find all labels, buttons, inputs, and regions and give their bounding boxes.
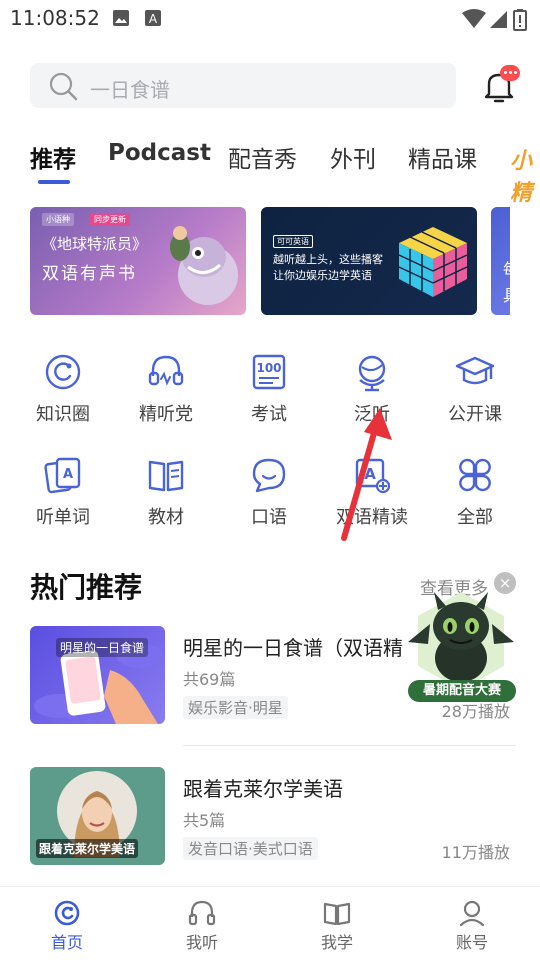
graduation-cap-icon: [455, 356, 495, 385]
status-bar: 11:08:52 A: [0, 0, 540, 38]
banner-tag: 可可英语: [273, 235, 313, 248]
grid-label: 口语: [251, 507, 287, 528]
banner-tag: 小语种: [42, 213, 74, 226]
search-placeholder: 一日食谱: [90, 78, 170, 102]
nav-home[interactable]: 首页: [27, 899, 107, 953]
grid-all[interactable]: 全部: [425, 455, 525, 529]
banner-title: 《地球特派员》: [42, 235, 148, 253]
globe-icon: [358, 355, 386, 392]
rubiks-cube-illustration: [398, 227, 468, 297]
nav-label: 我学: [320, 933, 353, 952]
grid-intensive-listening[interactable]: 精听党: [116, 352, 216, 426]
battery-icon: [513, 9, 527, 31]
tab-premium-courses[interactable]: 精品课: [408, 140, 477, 174]
grid-label: 知识圈: [36, 404, 90, 425]
nav-account[interactable]: 账号: [432, 899, 512, 953]
open-book-icon: [323, 902, 351, 926]
grid-textbook[interactable]: 教材: [116, 455, 216, 529]
circle-refresh-icon: [45, 354, 81, 390]
card-thumbnail: 跟着克莱尔学美语: [30, 767, 165, 865]
search-icon: [49, 72, 78, 101]
speech-bubble-icon: [252, 458, 286, 493]
close-icon[interactable]: ×: [494, 572, 516, 594]
grid-word-listening[interactable]: A 听单词: [13, 455, 113, 529]
banner-carousel[interactable]: 小语种 同步更新 《地球特派员》 双语有声书 可可英语 越听越上头，这些播客 让…: [30, 207, 510, 315]
search-bar[interactable]: 一日食谱: [30, 63, 456, 108]
grid-label: 全部: [457, 507, 493, 528]
grid-open-courses[interactable]: 公开课: [425, 352, 525, 426]
word-card-icon: A: [44, 457, 81, 494]
text-icon: A: [145, 10, 161, 26]
nav-label: 首页: [50, 933, 83, 952]
card-tag: 发音口语·美式口语: [183, 837, 318, 860]
tab-magazine[interactable]: 外刊: [330, 140, 376, 174]
banner-audiobook[interactable]: 小语种 同步更新 《地球特派员》 双语有声书: [30, 207, 246, 315]
grid-label: 教材: [148, 507, 184, 528]
svg-text:100: 100: [256, 361, 281, 375]
list-item[interactable]: 跟着克莱尔学美语 跟着克莱尔学美语 共5篇 发音口语·美式口语 11万播放: [30, 767, 516, 867]
tab-recommend[interactable]: 推荐: [30, 140, 76, 174]
card-count: 共69篇: [183, 670, 236, 689]
wifi-icon: [462, 9, 486, 28]
notification-button[interactable]: [484, 65, 524, 106]
divider: [183, 745, 516, 746]
thumb-title: 明星的一日食谱: [56, 638, 149, 657]
svg-text:A: A: [63, 467, 73, 482]
grid-label: 精听党: [139, 404, 193, 425]
signal-icon: [490, 11, 507, 28]
card-title: 跟着克莱尔学美语: [183, 777, 343, 801]
grid-speaking[interactable]: 口语: [219, 455, 319, 529]
bottom-navigation: 首页 我听 我学 账号: [0, 886, 540, 960]
tab-podcast[interactable]: Podcast: [108, 140, 211, 166]
card-plays: 11万播放: [441, 843, 510, 862]
headphones-icon: [188, 900, 216, 926]
banner-next[interactable]: 每 具: [491, 207, 510, 315]
nav-label: 我听: [185, 933, 218, 952]
card-thumbnail: 明星的一日食谱: [30, 626, 165, 724]
banner-text: 让你边娱乐边学英语: [273, 269, 372, 282]
tab-promo[interactable]: 小精: [510, 143, 540, 207]
banner-tag: 同步更新: [90, 213, 130, 226]
tab-dubbing[interactable]: 配音秀: [228, 140, 297, 174]
book-icon: [148, 460, 184, 492]
card-title: 明星的一日食谱（双语精: [183, 636, 403, 660]
monster-illustration: [170, 226, 238, 305]
score-100-icon: 100: [252, 354, 286, 390]
grid-exam[interactable]: 100 考试: [219, 352, 319, 426]
tab-active-indicator: [38, 180, 70, 184]
category-tabs: 推荐 Podcast 配音秀 外刊 精品课: [30, 140, 540, 190]
notification-badge: [500, 65, 520, 81]
floating-ad[interactable]: × 暑期配音大赛: [400, 572, 522, 712]
gallery-icon: [113, 10, 129, 26]
nav-listen[interactable]: 我听: [162, 899, 242, 953]
banner-podcast[interactable]: 可可英语 越听越上头，这些播客 让你边娱乐边学英语: [261, 207, 477, 315]
banner-text: 每 具: [503, 257, 510, 309]
floating-ad-label: 暑期配音大赛: [408, 680, 516, 702]
card-count: 共5篇: [183, 811, 226, 830]
section-title: 热门推荐: [30, 571, 143, 604]
banner-text: 越听越上头，这些播客: [273, 253, 383, 266]
thumb-title: 跟着克莱尔学美语: [36, 839, 139, 858]
user-icon: [459, 900, 485, 927]
grid-label: 公开课: [448, 404, 502, 425]
grid-label: 听单词: [36, 507, 90, 528]
svg-text:A: A: [149, 12, 158, 26]
four-petal-icon: [459, 458, 491, 492]
card-tag: 娱乐影音·明星: [183, 696, 288, 719]
grid-label: 考试: [251, 404, 287, 425]
headset-icon: [148, 355, 184, 386]
grid-knowledge-circle[interactable]: 知识圈: [13, 352, 113, 426]
annotation-arrow: [341, 408, 392, 541]
home-icon: [54, 900, 80, 926]
status-time: 11:08:52: [10, 6, 100, 30]
nav-learn[interactable]: 我学: [297, 899, 377, 953]
banner-subtitle: 双语有声书: [42, 264, 137, 284]
nav-label: 账号: [455, 933, 488, 952]
